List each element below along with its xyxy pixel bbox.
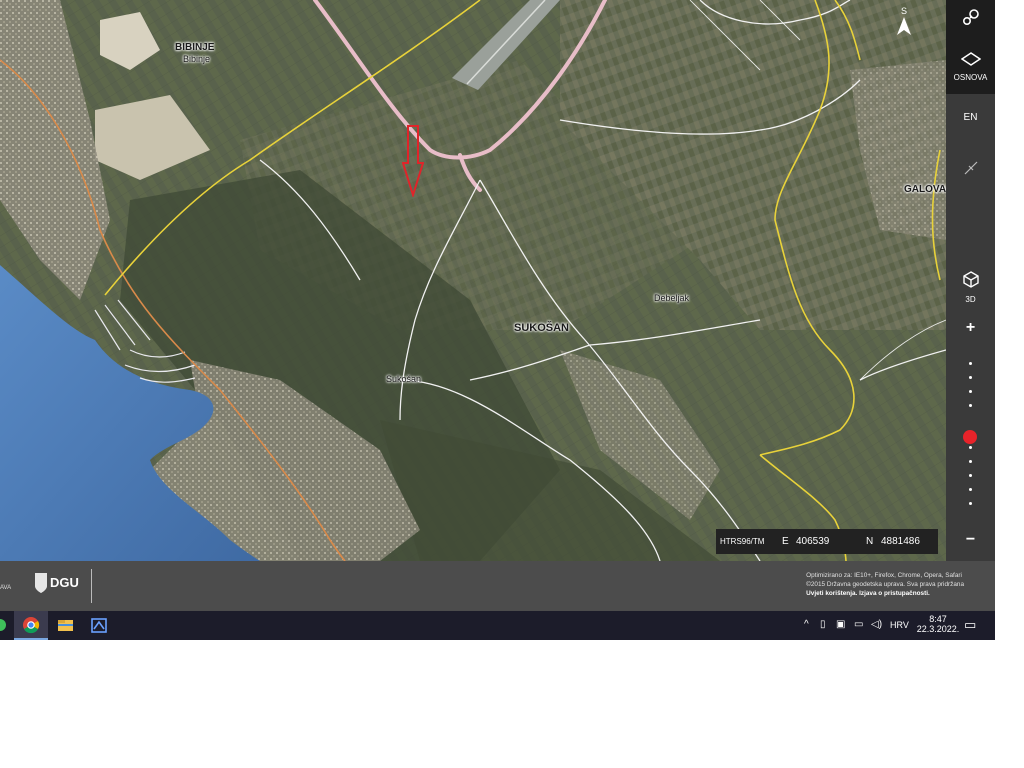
file-explorer-icon [58, 620, 73, 631]
chrome-icon [23, 617, 40, 634]
zoom-tick [969, 502, 972, 505]
display-icon[interactable]: ▣ [836, 619, 845, 630]
zoom-tick [969, 404, 972, 407]
zoom-tick [969, 390, 972, 393]
map-terrain [0, 0, 946, 561]
compass-label: S [900, 6, 907, 16]
place-label-galovac: GALOVAC [904, 184, 946, 195]
taskbar-chrome[interactable] [14, 611, 48, 640]
zoom-slider-handle[interactable] [963, 429, 977, 444]
zoom-tick [969, 446, 972, 449]
legal-notice: Optimizirano za: IE10+, Firefox, Chrome,… [806, 571, 964, 598]
coord-system: HTRS96/TM [720, 537, 765, 546]
red-arrow-marker-icon [402, 125, 424, 197]
zoom-tick [969, 460, 972, 463]
site-footer: AVA DGU Optimizirano za: IE10+, Firefox,… [0, 561, 995, 611]
coord-n-value: 4881486 [881, 536, 920, 547]
3d-label: 3D [965, 295, 976, 304]
place-sublabel-sukosan: Sukošan [386, 374, 422, 384]
measure-button[interactable] [946, 158, 995, 183]
zoom-slider[interactable] [946, 356, 995, 516]
show-hidden-icons-chevron-icon[interactable]: ^ [804, 619, 809, 630]
usb-icon[interactable]: ▯ [820, 619, 826, 630]
zoom-tick [969, 376, 972, 379]
zoom-out-button[interactable]: − [946, 531, 995, 549]
map-toolbar: OSNOVA EN 3D + − [946, 0, 995, 561]
layers-icon [960, 52, 981, 66]
taskbar-app-3[interactable] [82, 611, 116, 640]
tools-icon [962, 9, 979, 26]
zoom-tick [969, 488, 972, 491]
place-label-debeljak: Debeljak [654, 293, 690, 303]
volume-icon[interactable]: ◁) [871, 619, 882, 630]
coord-e-value: 406539 [796, 536, 830, 547]
terms-link[interactable]: Uvjeti korištenja. [806, 590, 857, 597]
browser-viewport: BIBINJE Bibinje SUKOŠAN Sukošan Debeljak… [0, 0, 995, 640]
windows-taskbar: ^ ▯ ▣ ▭ ◁) HRV 8:47 22.3.2022. ▭ [0, 611, 995, 640]
coord-e-label: E [782, 536, 789, 547]
satellite-map[interactable]: BIBINJE Bibinje SUKOŠAN Sukošan Debeljak… [0, 0, 946, 561]
accessibility-link[interactable]: Izjava o pristupačnosti. [859, 590, 930, 597]
zoom-tick [969, 362, 972, 365]
ruler-icon [964, 161, 977, 175]
taskbar-app-edge[interactable] [0, 611, 6, 640]
language-button[interactable]: EN [946, 112, 995, 123]
footer-separator [91, 569, 92, 603]
place-label-bibinje: BIBINJE [175, 42, 215, 53]
dgu-logo[interactable]: DGU [34, 572, 79, 596]
legal-line-2: ©2015 Državna geodetska uprava. Sva prav… [806, 581, 964, 588]
north-arrow-icon [897, 17, 911, 35]
network-icon[interactable]: ▭ [854, 619, 863, 630]
layers-button[interactable]: OSNOVA [946, 52, 995, 82]
notifications-icon[interactable]: ▭ [964, 617, 976, 633]
clock-time: 8:47 [929, 614, 947, 624]
compass[interactable]: S [893, 6, 915, 41]
coordinate-readout: HTRS96/TM E 406539 N 4881486 [716, 529, 938, 554]
zoom-in-button[interactable]: + [946, 319, 995, 337]
cube-icon [962, 271, 979, 288]
logo-text: DGU [50, 575, 79, 590]
clock-date: 22.3.2022. [916, 624, 960, 634]
legal-line-1: Optimizirano za: IE10+, Firefox, Chrome,… [806, 572, 962, 579]
layers-label: OSNOVA [953, 73, 988, 82]
app-icon [91, 618, 107, 633]
coord-n-label: N [866, 536, 874, 547]
zoom-tick [969, 474, 972, 477]
clock[interactable]: 8:47 22.3.2022. [916, 611, 960, 640]
footer-edge-text: AVA [0, 585, 12, 591]
tools-button[interactable] [946, 8, 995, 33]
place-sublabel-bibinje: Bibinje [183, 54, 211, 64]
3d-view-button[interactable]: 3D [946, 270, 995, 304]
taskbar-file-explorer[interactable] [48, 611, 82, 640]
language-indicator[interactable]: HRV [890, 620, 909, 640]
green-app-icon [0, 619, 6, 631]
dgu-shield-icon [35, 573, 47, 593]
place-label-sukosan: SUKOŠAN [514, 322, 570, 334]
